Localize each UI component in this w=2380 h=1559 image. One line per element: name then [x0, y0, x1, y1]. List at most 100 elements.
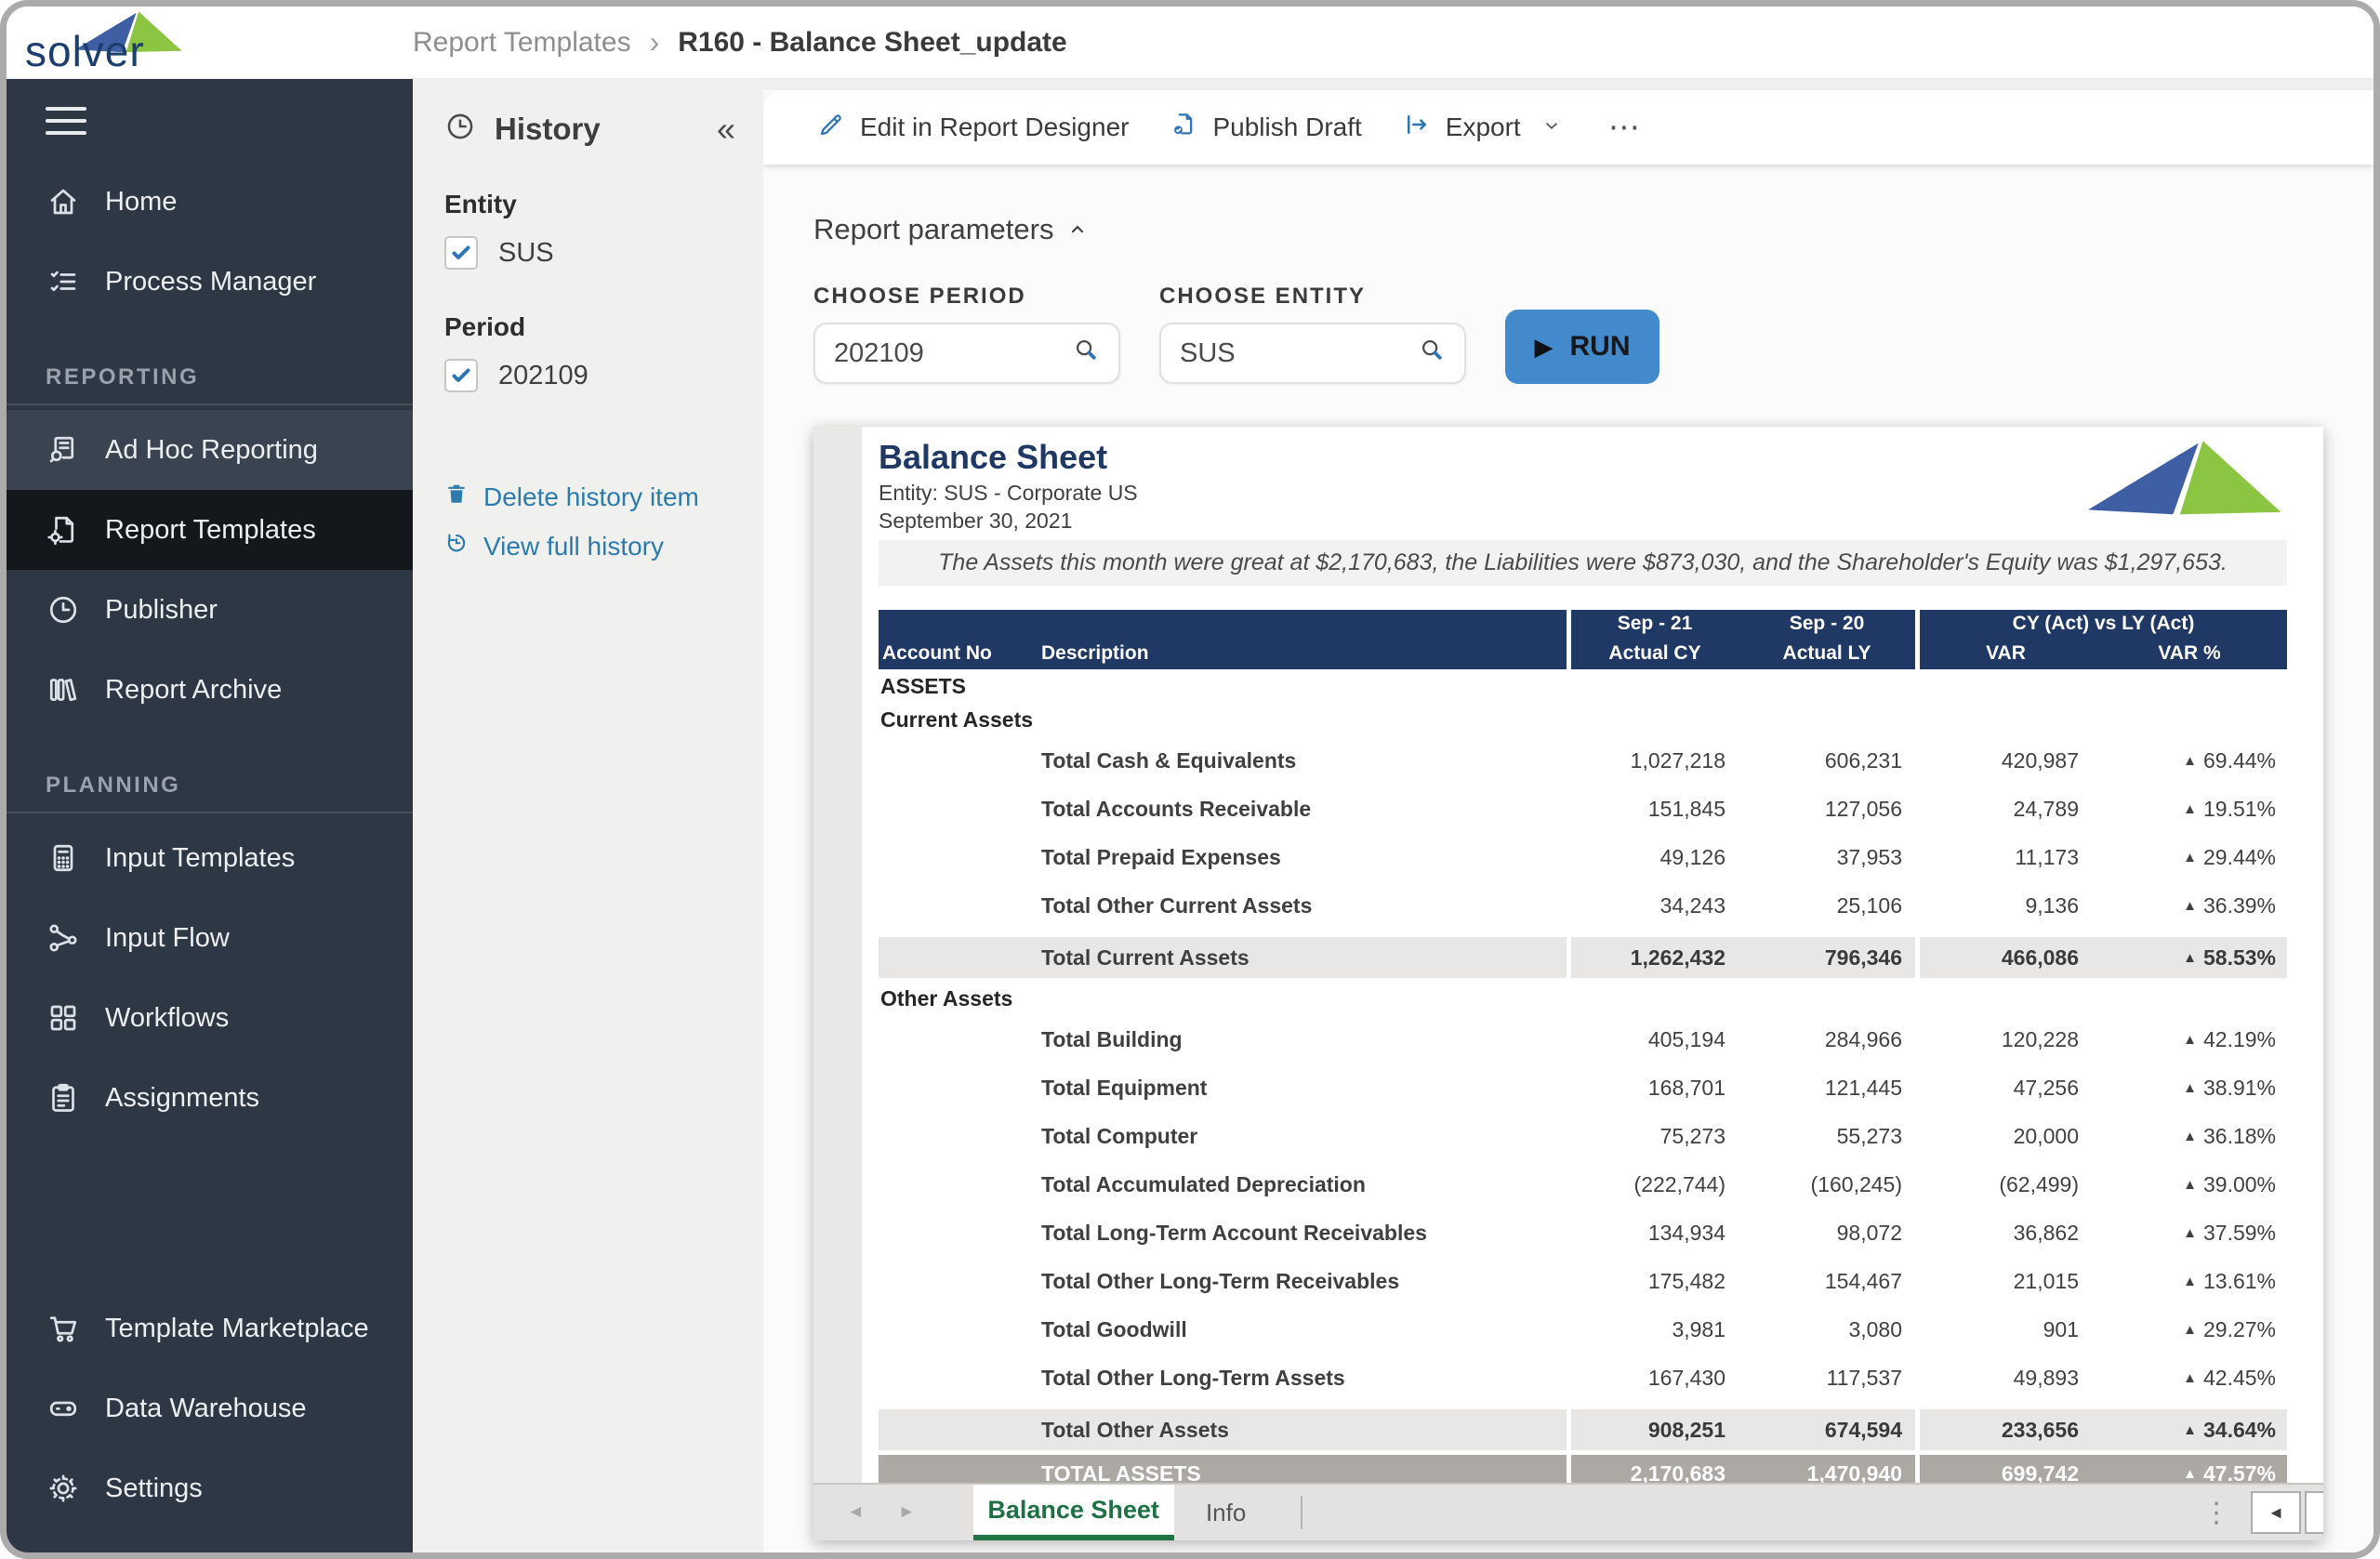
view-full-history-link[interactable]: View full history	[444, 531, 763, 562]
sidebar-item-assignments[interactable]: Assignments	[7, 1058, 413, 1138]
row-description: Total Accumulated Depreciation	[1041, 1172, 1567, 1197]
export-icon	[1403, 111, 1431, 145]
period-value: 202109	[498, 361, 588, 391]
sheet-next-icon[interactable]: ►	[898, 1502, 916, 1523]
cell-actual-cy: 1,262,432	[1571, 945, 1739, 971]
table-row-total-long-term-account-receivables: +Total Long-Term Account Receivables134,…	[879, 1209, 2287, 1257]
section-label: Current Assets	[879, 707, 1033, 733]
sidebar-item-publisher[interactable]: Publisher	[7, 570, 413, 650]
cell-actual-ly: 3,080	[1739, 1317, 1915, 1342]
cell-var-pct: ▲34.64%	[2092, 1418, 2287, 1443]
publish-draft-button[interactable]: Publish Draft	[1170, 111, 1361, 145]
table-row-total-goodwill: +Total Goodwill3,9813,080901▲29.27%	[879, 1305, 2287, 1354]
history-title: History	[495, 112, 601, 147]
cell-actual-cy: 168,701	[1571, 1076, 1739, 1101]
choose-period-label: CHOOSE PERIOD	[813, 284, 1120, 310]
sidebar-item-data-warehouse[interactable]: Data Warehouse	[7, 1368, 413, 1448]
row-description: Total Building	[1041, 1027, 1567, 1052]
period-input[interactable]: 202109	[813, 323, 1120, 384]
cell-actual-cy: 405,194	[1571, 1027, 1739, 1052]
more-options-button[interactable]: ⋯	[1608, 109, 1640, 146]
sheet-prev-icon[interactable]: ◄	[847, 1502, 865, 1523]
cell-actual-cy: 1,027,218	[1571, 748, 1739, 773]
home-icon	[46, 184, 81, 219]
play-icon: ▶	[1535, 333, 1554, 362]
hamburger-menu-icon[interactable]	[7, 79, 413, 162]
col-account-no: Account No	[879, 642, 1041, 665]
cell-var: (62,499)	[1920, 1172, 2092, 1197]
sidebar-item-ad-hoc-reporting[interactable]: Ad Hoc Reporting	[7, 410, 413, 490]
col-description: Description	[1041, 642, 1567, 665]
sidebar-item-template-marketplace[interactable]: Template Marketplace	[7, 1288, 413, 1368]
cell-var: 21,015	[1920, 1269, 2092, 1294]
up-arrow-icon: ▲	[2183, 1467, 2197, 1481]
subtotal-row-total-other-assets: Total Other Assets908,251674,594233,656▲…	[879, 1409, 2287, 1450]
cell-var: 9,136	[1920, 893, 2092, 918]
row-description: Total Other Long-Term Assets	[1041, 1366, 1567, 1391]
entity-history-item: SUS	[444, 236, 763, 270]
report-parameters-toggle[interactable]: Report parameters	[813, 213, 2373, 246]
cell-var: 11,173	[1920, 845, 2092, 870]
cell-var: 120,228	[1920, 1027, 2092, 1052]
row-expander-gutter	[813, 427, 862, 1483]
cell-var-pct: ▲29.44%	[2092, 845, 2287, 870]
cell-actual-ly: 154,467	[1739, 1269, 1915, 1294]
up-arrow-icon: ▲	[2183, 1081, 2197, 1095]
cell-actual-ly: (160,245)	[1739, 1172, 1915, 1197]
report-toolbar: Edit in Report Designer Publish Draft Ex…	[763, 90, 2373, 165]
col-var-pct: VAR %	[2092, 642, 2287, 665]
sidebar-item-home[interactable]: Home	[7, 162, 413, 242]
tab-separator	[1301, 1496, 1302, 1529]
clipboard-icon	[46, 1080, 81, 1116]
report-date-line: September 30, 2021	[879, 509, 2287, 533]
sidebar-item-settings[interactable]: Settings	[7, 1448, 413, 1528]
cell-actual-cy: 908,251	[1571, 1418, 1739, 1443]
sheet-tab-bar: ◄ ► Balance Sheet Info ⋮ ◄	[813, 1483, 2323, 1540]
cell-actual-ly: 284,966	[1739, 1027, 1915, 1052]
doc-gear-icon	[46, 512, 81, 548]
sheet-scroll-right-button[interactable]	[2305, 1491, 2323, 1534]
period-checkbox[interactable]	[444, 359, 478, 392]
entity-input[interactable]: SUS	[1159, 323, 1466, 384]
entity-checkbox[interactable]	[444, 236, 478, 270]
up-arrow-icon: ▲	[2183, 754, 2197, 768]
section-row-current-assets: Current Assets	[879, 703, 2287, 736]
breadcrumb: Report Templates › R160 - Balance Sheet_…	[413, 25, 1067, 59]
run-button[interactable]: ▶ RUN	[1505, 310, 1659, 384]
up-arrow-icon: ▲	[2183, 951, 2197, 965]
cell-var: 24,789	[1920, 797, 2092, 822]
search-icon	[1072, 336, 1100, 371]
sheet-scroll-left-button[interactable]: ◄	[2251, 1491, 2301, 1534]
sidebar-item-report-templates[interactable]: Report Templates	[7, 490, 413, 570]
table-row-total-accounts-receivable: +Total Accounts Receivable151,845127,056…	[879, 785, 2287, 833]
brand-wordmark: solver	[25, 26, 145, 76]
sidebar-item-workflows[interactable]: Workflows	[7, 978, 413, 1058]
breadcrumb-parent[interactable]: Report Templates	[413, 27, 631, 59]
sidebar-item-process-manager[interactable]: Process Manager	[7, 242, 413, 322]
tab-balance-sheet[interactable]: Balance Sheet	[973, 1485, 1174, 1540]
col-group-sep21: Sep - 21	[1571, 613, 1739, 635]
table-body: ASSETSCurrent Assets+Total Cash & Equiva…	[879, 669, 2287, 1483]
history-clock-icon	[444, 111, 476, 147]
trash-icon	[444, 482, 469, 512]
collapse-panel-icon[interactable]: «	[717, 115, 735, 143]
cell-actual-ly: 98,072	[1739, 1221, 1915, 1246]
sidebar-section-reporting: REPORTING	[7, 322, 413, 405]
cart-icon	[46, 1311, 81, 1346]
checklist-icon	[46, 264, 81, 299]
sidebar-item-report-archive[interactable]: Report Archive	[7, 650, 413, 730]
subtotal-row-total-current-assets: Total Current Assets1,262,432796,346466,…	[879, 937, 2287, 978]
sidebar-item-input-templates[interactable]: Input Templates	[7, 818, 413, 898]
edit-in-report-designer-button[interactable]: Edit in Report Designer	[817, 111, 1129, 145]
publish-document-icon	[1170, 111, 1197, 145]
cell-actual-cy: 49,126	[1571, 845, 1739, 870]
export-button[interactable]: Export	[1403, 111, 1562, 145]
card-icon	[46, 1391, 81, 1426]
tab-info[interactable]: Info	[1174, 1485, 1278, 1540]
sidebar-item-input-flow[interactable]: Input Flow	[7, 898, 413, 978]
col-group-variance: CY (Act) vs LY (Act)	[1920, 613, 2287, 635]
up-arrow-icon: ▲	[2183, 1323, 2197, 1337]
delete-history-link[interactable]: Delete history item	[444, 482, 763, 512]
sheet-options-dots-icon[interactable]: ⋮	[2202, 1497, 2230, 1529]
entity-value: SUS	[498, 238, 554, 269]
